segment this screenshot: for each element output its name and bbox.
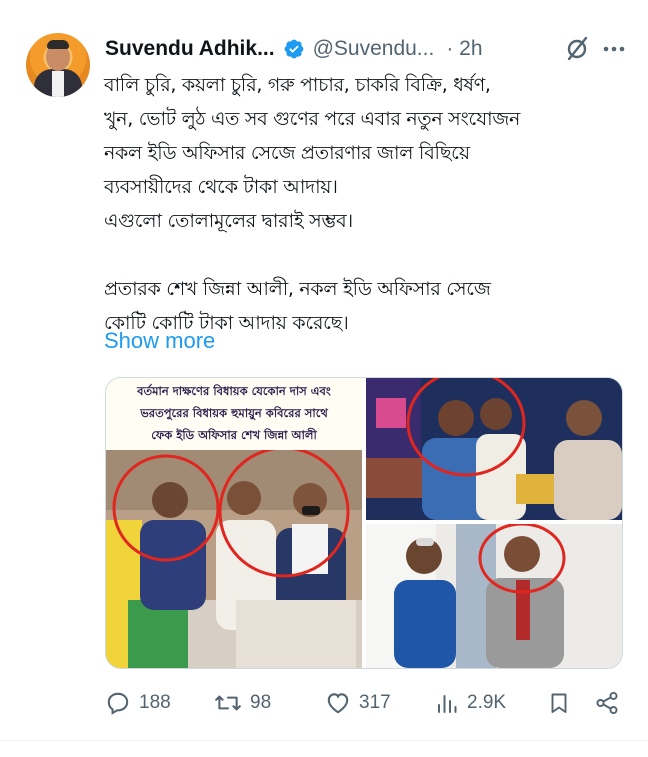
like-button[interactable]: 317 [325,685,391,721]
heart-icon [327,693,349,714]
tweet-header: Suvendu Adhik... @Suvendu... · 2h [105,34,625,64]
photo-leaders-sitting [106,450,362,668]
repost-button[interactable]: 98 [214,685,271,721]
media-image-3[interactable] [366,524,622,668]
caption-line-3: ফেক ইডি অফিসার শেখ জিন্না আলী [151,428,317,442]
caption-line-1: বর্তমান দাক্ষণের বিধায়ক যেকোন দাস এবং [137,384,331,398]
media-caption: বর্তমান দাক্ষণের বিধায়ক যেকোন দাস এবং ভ… [106,378,362,450]
views-icon [438,695,457,713]
tweet[interactable]: Suvendu Adhik... @Suvendu... · 2h বালি চ… [0,0,648,757]
bookmark-icon [551,693,567,713]
avatar[interactable] [26,33,90,97]
media-image-2[interactable] [366,378,622,520]
more-icon[interactable] [599,34,629,64]
views-count: 2.9K [467,692,507,713]
reply-count: 188 [139,692,171,713]
tweet-divider [0,740,648,741]
author-handle[interactable]: @Suvendu... [313,37,435,61]
reply-icon [107,692,129,715]
repost-count: 98 [250,692,272,713]
views-button[interactable]: 2.9K [435,685,506,721]
share-button[interactable] [594,685,620,721]
verified-badge-icon [284,39,303,59]
media-grid[interactable]: বর্তমান দাক্ষণের বিধায়ক যেকোন দাস এবং ভ… [105,377,623,669]
bookmark-button[interactable] [547,685,571,721]
timestamp[interactable]: · 2h [446,37,482,61]
share-icon [596,691,618,715]
action-bar: 188 98 317 2.9K [105,685,621,721]
grok-icon[interactable] [562,34,592,64]
show-more-link[interactable]: Show more [104,328,215,354]
author-name[interactable]: Suvendu Adhik... [105,37,275,61]
repost-icon [215,695,241,711]
reply-button[interactable]: 188 [105,685,171,721]
media-image-1[interactable]: বর্তমান দাক্ষণের বিধায়ক যেকোন দাস এবং ভ… [106,378,362,668]
tweet-text: বালি চুরি, কয়লা চুরি, গরু পাচার, চাকরি … [104,74,521,334]
caption-line-2: ভরতপুরের বিধায়ক হুমায়ুন কবিরের সাথে [140,406,328,420]
like-count: 317 [359,692,391,713]
